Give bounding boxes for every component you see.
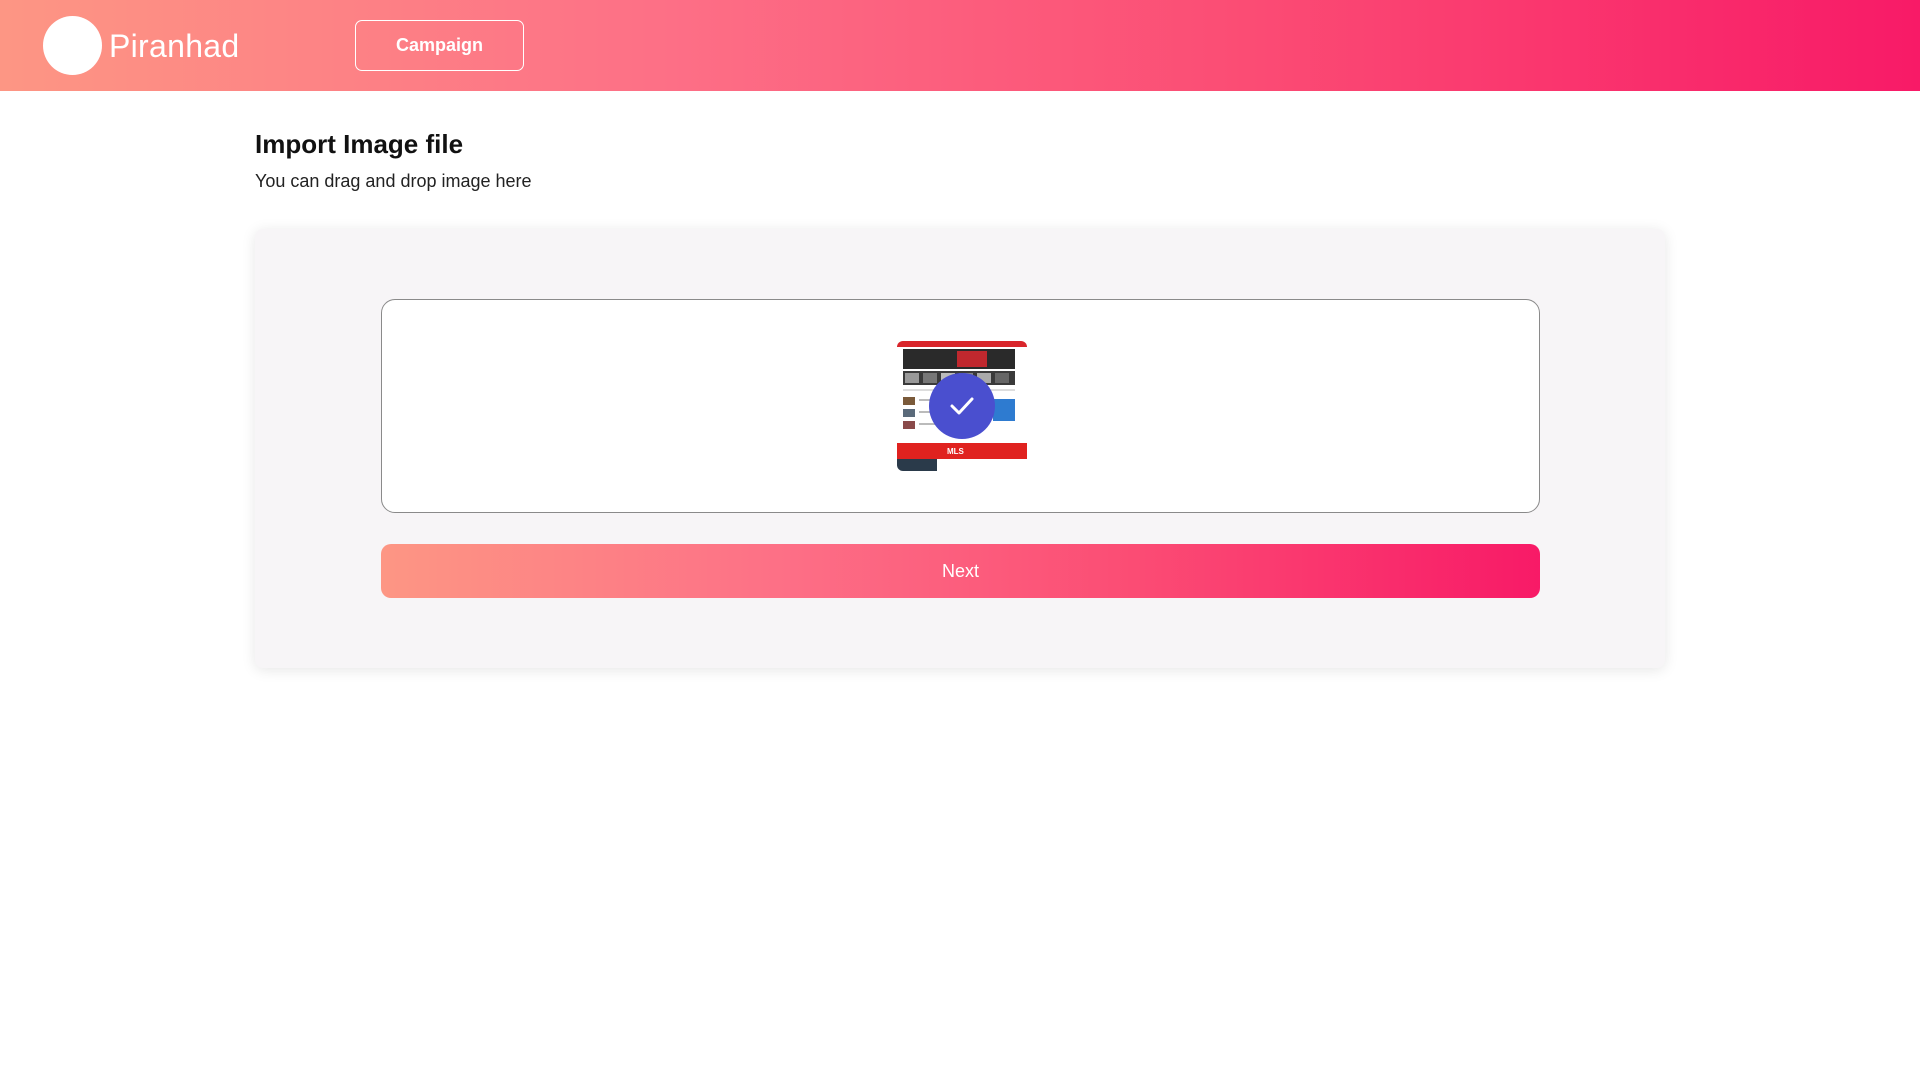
top-header: Piranhad Campaign — [0, 0, 1920, 91]
next-button[interactable]: Next — [381, 544, 1540, 598]
uploaded-image-thumbnail: MLS — [897, 341, 1027, 471]
logo[interactable] — [43, 16, 102, 75]
check-icon — [950, 397, 974, 415]
campaign-button[interactable]: Campaign — [355, 20, 524, 71]
page-title: Import Image file — [255, 129, 464, 159]
upload-card: MLS Next — [255, 229, 1665, 668]
upload-success-badge — [929, 373, 995, 439]
thumbnail-caption: MLS — [947, 447, 965, 456]
page-subtitle: You can drag and drop image here — [255, 171, 532, 191]
image-dropzone[interactable]: MLS — [381, 299, 1540, 513]
brand-name: Piranhad — [109, 28, 240, 64]
